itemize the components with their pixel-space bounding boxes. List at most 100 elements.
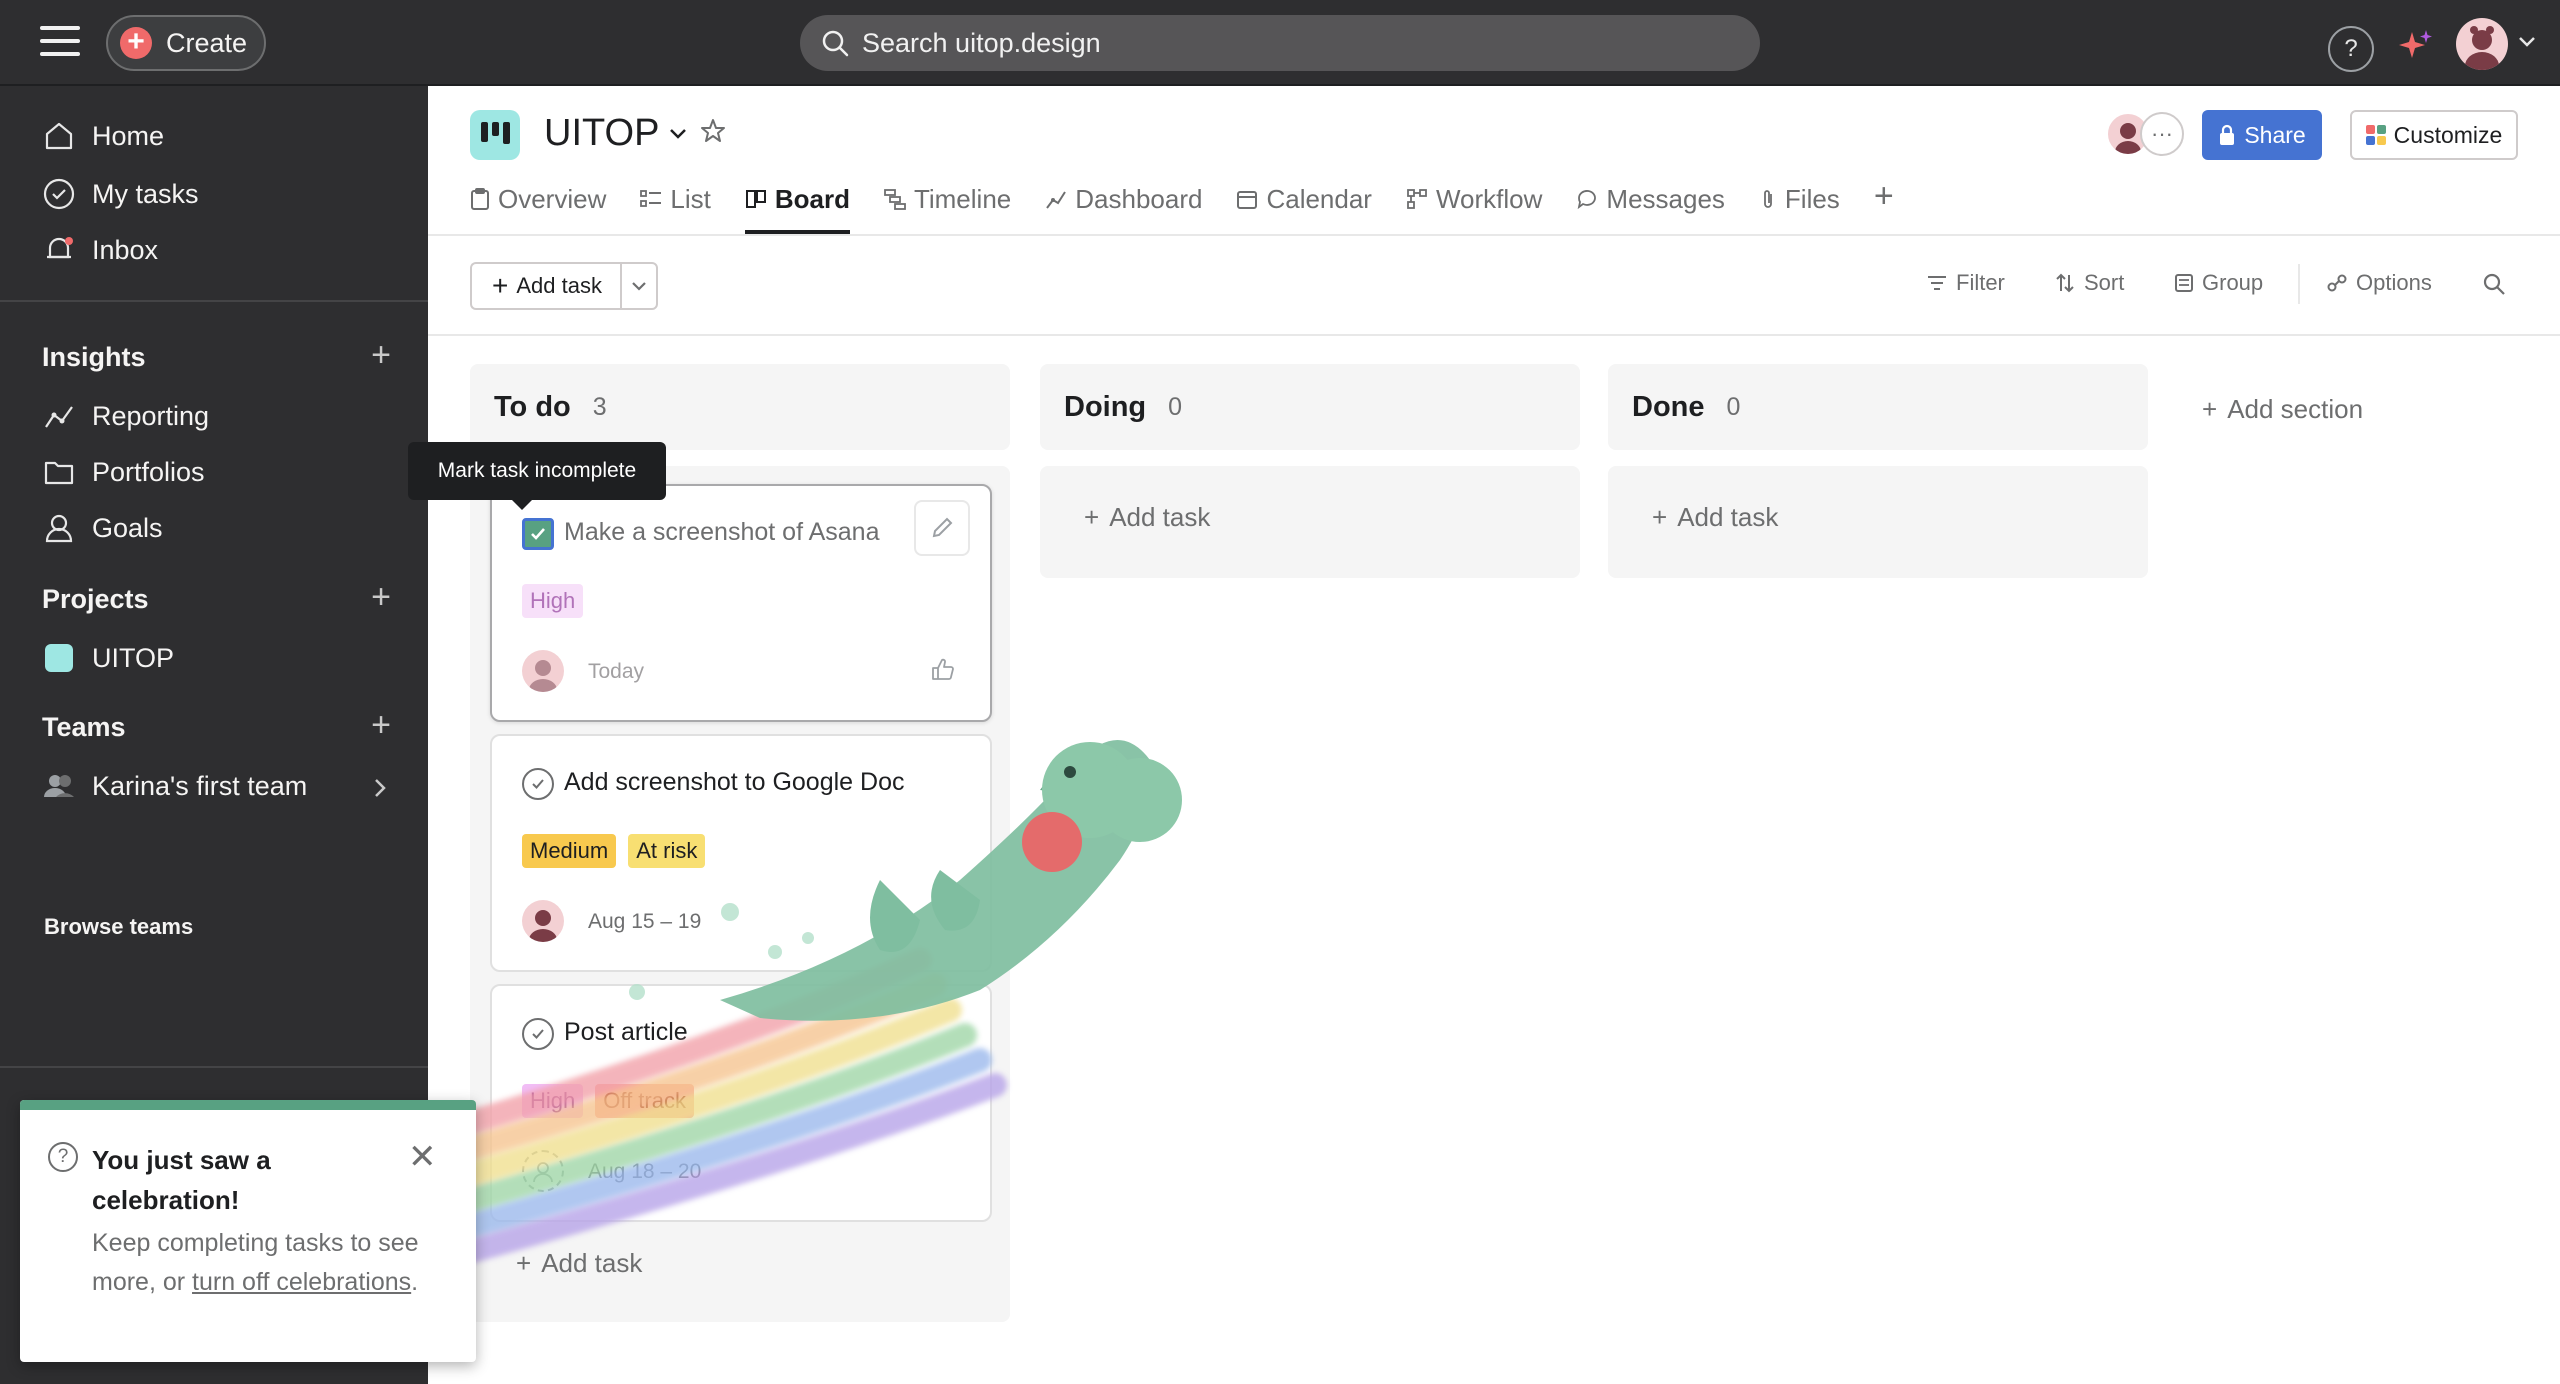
add-task-doing-button[interactable]: + Add task <box>1084 502 1210 533</box>
tab-board[interactable]: Board <box>744 178 850 234</box>
browse-teams-link[interactable]: Browse teams <box>44 914 193 940</box>
dashboard-icon <box>1045 184 1067 214</box>
group-label: Group <box>2202 270 2264 295</box>
add-tab-button[interactable]: + <box>1874 178 1894 234</box>
column-header-todo[interactable]: To do 3 <box>470 364 1010 450</box>
sidebar-section-teams[interactable]: Teams <box>42 712 126 743</box>
check-icon <box>531 528 545 540</box>
team-icon <box>40 767 78 805</box>
tab-files[interactable]: Files <box>1759 178 1840 234</box>
task-tags: Medium At risk <box>522 834 706 868</box>
assignee-placeholder[interactable] <box>522 1150 564 1192</box>
lock-icon <box>2220 124 2235 145</box>
thumbs-up-icon[interactable] <box>930 656 956 682</box>
sidebar-section-projects[interactable]: Projects <box>42 584 149 615</box>
search-input[interactable]: Search uitop.design <box>800 15 1760 71</box>
menu-icon[interactable] <box>40 26 80 58</box>
plus-icon: + <box>2202 394 2218 424</box>
sidebar-section-insights[interactable]: Insights <box>42 342 146 373</box>
workflow-icon <box>1406 184 1428 214</box>
task-tags: High <box>522 584 584 618</box>
sidebar-item-goals[interactable]: Goals <box>40 504 163 552</box>
tab-messages[interactable]: Messages <box>1576 178 1725 234</box>
tab-list[interactable]: List <box>640 178 711 234</box>
home-icon <box>40 117 78 155</box>
priority-tag: Medium <box>522 834 617 868</box>
add-project-button[interactable]: + <box>366 580 396 614</box>
chevron-down-icon[interactable] <box>666 124 690 144</box>
due-date[interactable]: Aug 15 – 19 <box>588 910 701 934</box>
add-section-label: Add section <box>2227 394 2364 424</box>
group-button[interactable]: Group <box>2174 270 2263 296</box>
sort-button[interactable]: Sort <box>2054 270 2124 296</box>
share-label: Share <box>2244 121 2306 148</box>
tab-label: Board <box>774 184 850 214</box>
folder-icon <box>40 453 78 491</box>
chart-line-icon <box>40 397 78 435</box>
turn-off-celebrations-link[interactable]: turn off celebrations <box>192 1268 411 1296</box>
tooltip: Mark task incomplete <box>408 442 666 510</box>
customize-button[interactable]: Customize <box>2350 110 2518 160</box>
toast-title: You just saw a celebration! <box>92 1145 271 1215</box>
add-insight-button[interactable]: + <box>366 338 396 372</box>
share-button[interactable]: Share <box>2202 110 2322 160</box>
sidebar-item-team[interactable]: Karina's first team <box>40 762 307 810</box>
add-task-label: Add task <box>516 273 602 298</box>
chevron-down-icon[interactable] <box>2516 34 2538 50</box>
filter-label: Filter <box>1956 270 2005 295</box>
task-card[interactable]: Add screenshot to Google Doc Medium At r… <box>490 734 992 972</box>
clipboard-icon <box>470 184 490 214</box>
tab-label: Workflow <box>1435 184 1543 214</box>
close-icon[interactable]: ✕ <box>408 1140 437 1174</box>
page-title[interactable]: UITOP <box>544 112 659 155</box>
sidebar-item-uitop[interactable]: UITOP <box>40 634 174 682</box>
star-icon[interactable] <box>700 118 726 144</box>
search-icon[interactable] <box>2482 272 2506 296</box>
add-task-todo-button[interactable]: + Add task <box>516 1248 642 1279</box>
sidebar-item-inbox[interactable]: Inbox <box>40 226 158 274</box>
toast-body: Keep completing tasks to see more, or tu… <box>92 1224 422 1302</box>
project-members[interactable]: ··· <box>2106 112 2186 156</box>
sidebar-divider <box>0 300 428 302</box>
assignee-avatar[interactable] <box>522 650 564 692</box>
sidebar-item-portfolios[interactable]: Portfolios <box>40 448 205 496</box>
add-task-dropdown[interactable] <box>620 262 658 310</box>
add-task-button[interactable]: + Add task <box>470 262 622 310</box>
sidebar-item-my-tasks[interactable]: My tasks <box>40 170 199 218</box>
task-card[interactable]: Make a screenshot of Asana High Today <box>490 484 992 722</box>
help-button[interactable]: ? <box>2328 26 2374 72</box>
complete-checkbox[interactable] <box>522 768 554 800</box>
add-team-button[interactable]: + <box>366 708 396 742</box>
sidebar-item-home[interactable]: Home <box>40 112 164 160</box>
add-task-done-button[interactable]: + Add task <box>1652 502 1778 533</box>
assignee-avatar[interactable] <box>522 900 564 942</box>
due-date[interactable]: Aug 18 – 20 <box>588 1160 701 1184</box>
sidebar-item-label: Reporting <box>92 400 210 431</box>
calendar-icon <box>1236 184 1258 214</box>
tab-overview[interactable]: Overview <box>470 178 606 234</box>
tab-dashboard[interactable]: Dashboard <box>1045 178 1202 234</box>
sort-icon <box>2056 273 2074 293</box>
column-header-done[interactable]: Done 0 <box>1608 364 2148 450</box>
complete-checkbox[interactable] <box>522 1018 554 1050</box>
column-header-doing[interactable]: Doing 0 <box>1040 364 1580 450</box>
edit-task-button[interactable] <box>914 500 970 556</box>
user-avatar[interactable] <box>2456 18 2508 70</box>
tab-calendar[interactable]: Calendar <box>1236 178 1372 234</box>
due-date[interactable]: Today <box>588 660 644 684</box>
more-members-icon[interactable]: ··· <box>2140 112 2184 156</box>
project-board-icon <box>470 110 520 160</box>
options-button[interactable]: Options <box>2326 270 2432 296</box>
task-card[interactable]: Post article High Off track Aug 18 – 20 <box>490 984 992 1222</box>
chevron-right-icon[interactable] <box>370 776 390 800</box>
column-count: 0 <box>1168 392 1183 421</box>
ai-sparkle-icon[interactable] <box>2396 26 2436 66</box>
sidebar-item-reporting[interactable]: Reporting <box>40 392 209 440</box>
project-color-swatch <box>40 639 78 677</box>
filter-button[interactable]: Filter <box>1926 270 2005 296</box>
add-section-button[interactable]: + Add section <box>2202 394 2363 425</box>
create-button[interactable]: + Create <box>106 15 266 71</box>
tab-timeline[interactable]: Timeline <box>884 178 1011 234</box>
complete-checkbox[interactable] <box>522 518 554 550</box>
tab-workflow[interactable]: Workflow <box>1406 178 1542 234</box>
